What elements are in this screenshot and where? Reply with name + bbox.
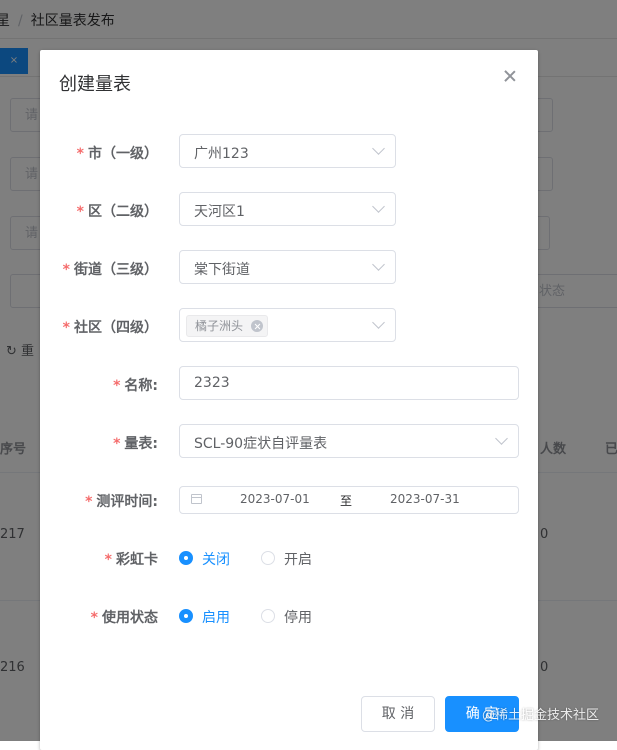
time-label: * 测评时间: [85,491,158,511]
create-scale-dialog: 创建量表 * 市（一级） 广州123 * 区（二级） 天河区1 * 街道（三级） 棠下… [40,50,538,750]
rainbow-radio-off[interactable]: 关闭 [179,549,239,569]
name-label: * 名称: [113,375,158,395]
tag-close-icon[interactable] [251,320,264,332]
scale-label-text: 量表: [124,436,158,452]
district-label-text: 区（二级） [88,204,158,220]
required-star: * [85,494,93,510]
radio-checked-icon [179,551,193,565]
street-select-value: 棠下街道 [194,262,250,278]
chevron-down-icon [372,258,385,271]
required-star: * [76,146,84,162]
rainbow-label-text: 彩虹卡 [116,552,158,568]
radio-unchecked-icon [261,551,275,565]
community-select[interactable]: 橘子洲头 [179,308,396,342]
rainbow-radio-off-label: 关闭 [202,552,230,568]
community-tag-text: 橘子洲头 [195,319,244,333]
required-star: * [113,378,121,394]
time-label-text: 测评时间: [96,494,158,510]
street-label-text: 街道（三级） [74,262,158,278]
street-select[interactable]: 棠下街道 [179,250,396,284]
scale-select-value: SCL-90症状自评量表 [194,436,328,452]
date-separator: 至 [340,494,353,508]
watermark: @稀土掘金技术社区 [482,708,600,723]
community-label-text: 社区（四级） [74,320,158,336]
district-select[interactable]: 天河区1 [179,192,396,226]
required-star: * [62,262,70,278]
required-star: * [90,610,98,626]
rainbow-label: * 彩虹卡 [105,549,158,569]
status-radio-disable[interactable]: 停用 [261,607,321,627]
radio-unchecked-icon [261,609,275,623]
scale-select[interactable]: SCL-90症状自评量表 [179,424,519,458]
required-star: * [104,552,112,568]
city-select[interactable]: 广州123 [179,134,396,168]
cancel-button[interactable]: 取 消 [361,696,435,732]
status-radio-disable-label: 停用 [284,610,312,626]
community-label: * 社区（四级） [63,317,158,337]
street-label: * 街道（三级） [63,259,158,279]
district-label: * 区（二级） [77,201,158,221]
city-select-value: 广州123 [194,146,249,162]
rainbow-radio-on[interactable]: 开启 [261,549,321,569]
status-label-text: 使用状态 [102,610,158,626]
rainbow-radio-on-label: 开启 [284,552,312,568]
chevron-down-icon [372,316,385,329]
radio-checked-icon [179,609,193,623]
close-icon[interactable] [502,68,518,84]
city-label: * 市（一级） [77,143,158,163]
dialog-title: 创建量表 [59,74,131,95]
name-label-text: 名称: [124,378,158,394]
required-star: * [62,320,70,336]
date-end[interactable]: 2023-07-31 [390,492,460,506]
chevron-down-icon [372,142,385,155]
date-range-picker[interactable]: 2023-07-01 至 2023-07-31 [179,486,519,514]
name-input[interactable] [179,366,519,400]
status-radio-enable-label: 启用 [202,610,230,626]
district-select-value: 天河区1 [194,204,245,220]
status-label: * 使用状态 [91,607,158,627]
required-star: * [76,204,84,220]
date-start[interactable]: 2023-07-01 [240,492,310,506]
chevron-down-icon [372,200,385,213]
scale-label: * 量表: [113,433,158,453]
status-radio-enable[interactable]: 启用 [179,607,239,627]
required-star: * [113,436,121,452]
chevron-down-icon [495,432,508,445]
city-label-text: 市（一级） [88,146,158,162]
calendar-icon [191,494,202,504]
community-tag: 橘子洲头 [186,315,269,337]
